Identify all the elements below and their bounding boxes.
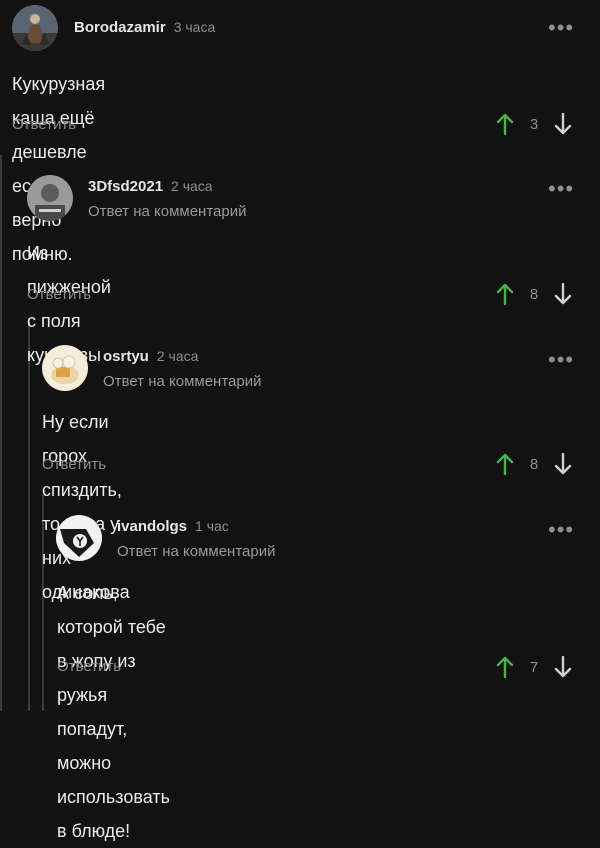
more-options-icon[interactable]: ••• — [548, 519, 574, 541]
comment-username[interactable]: osrtyu 2 часа — [103, 348, 198, 365]
thread-line-level2 — [28, 322, 30, 711]
more-options-icon[interactable]: ••• — [548, 178, 574, 200]
comment-text: А соль, которой тебе в жопу из ружья поп… — [57, 576, 170, 848]
comment-username[interactable]: ivandolgs 1 час — [117, 518, 229, 535]
score-value: 8 — [529, 455, 539, 473]
half-life-logo-avatar-icon[interactable] — [56, 515, 102, 561]
vote-controls: 7 — [496, 655, 572, 679]
downvote-arrow-icon[interactable] — [554, 453, 572, 475]
score-value: 3 — [529, 115, 539, 133]
cartoon-avatar-icon[interactable] — [42, 345, 88, 391]
vote-controls: 3 — [496, 112, 572, 136]
comment-text-line: А соль, которой тебе в жопу из ружья поп… — [57, 583, 166, 773]
upvote-arrow-icon[interactable] — [496, 283, 514, 305]
reply-button[interactable]: Ответить — [12, 116, 76, 133]
reply-button[interactable]: Ответить — [57, 658, 121, 675]
warrior-avatar-icon[interactable] — [12, 5, 58, 51]
downvote-arrow-icon[interactable] — [554, 113, 572, 135]
portrait-avatar-icon[interactable] — [27, 175, 73, 221]
downvote-arrow-icon[interactable] — [554, 283, 572, 305]
comment-time: 1 час — [195, 518, 229, 534]
comment-time: 3 часа — [173, 19, 216, 35]
upvote-arrow-icon[interactable] — [496, 656, 514, 678]
reply-button[interactable]: Ответить — [42, 456, 106, 473]
vote-controls: 8 — [496, 282, 572, 306]
downvote-arrow-icon[interactable] — [554, 656, 572, 678]
comment-username[interactable]: Borodazamir 3 часа — [74, 19, 215, 36]
more-options-icon[interactable]: ••• — [548, 17, 574, 39]
reply-to-label[interactable]: Ответ на комментарий — [103, 373, 261, 390]
comment-text-line: использовать в блюде! — [57, 787, 170, 841]
score-value: 7 — [529, 658, 539, 676]
comment-time: 2 часа — [156, 348, 199, 364]
upvote-arrow-icon[interactable] — [496, 453, 514, 475]
reply-button[interactable]: Ответить — [27, 286, 91, 303]
comment-time: 2 часа — [171, 178, 213, 194]
reply-to-label[interactable]: Ответ на комментарий — [117, 543, 275, 560]
comment-username[interactable]: 3Dfsd2021 2 часа — [88, 178, 213, 195]
upvote-arrow-icon[interactable] — [496, 113, 514, 135]
vote-controls: 8 — [496, 452, 572, 476]
score-value: 8 — [529, 285, 539, 303]
thread-line-level1 — [0, 155, 2, 711]
more-options-icon[interactable]: ••• — [548, 349, 574, 371]
reply-to-label[interactable]: Ответ на комментарий — [88, 203, 246, 220]
